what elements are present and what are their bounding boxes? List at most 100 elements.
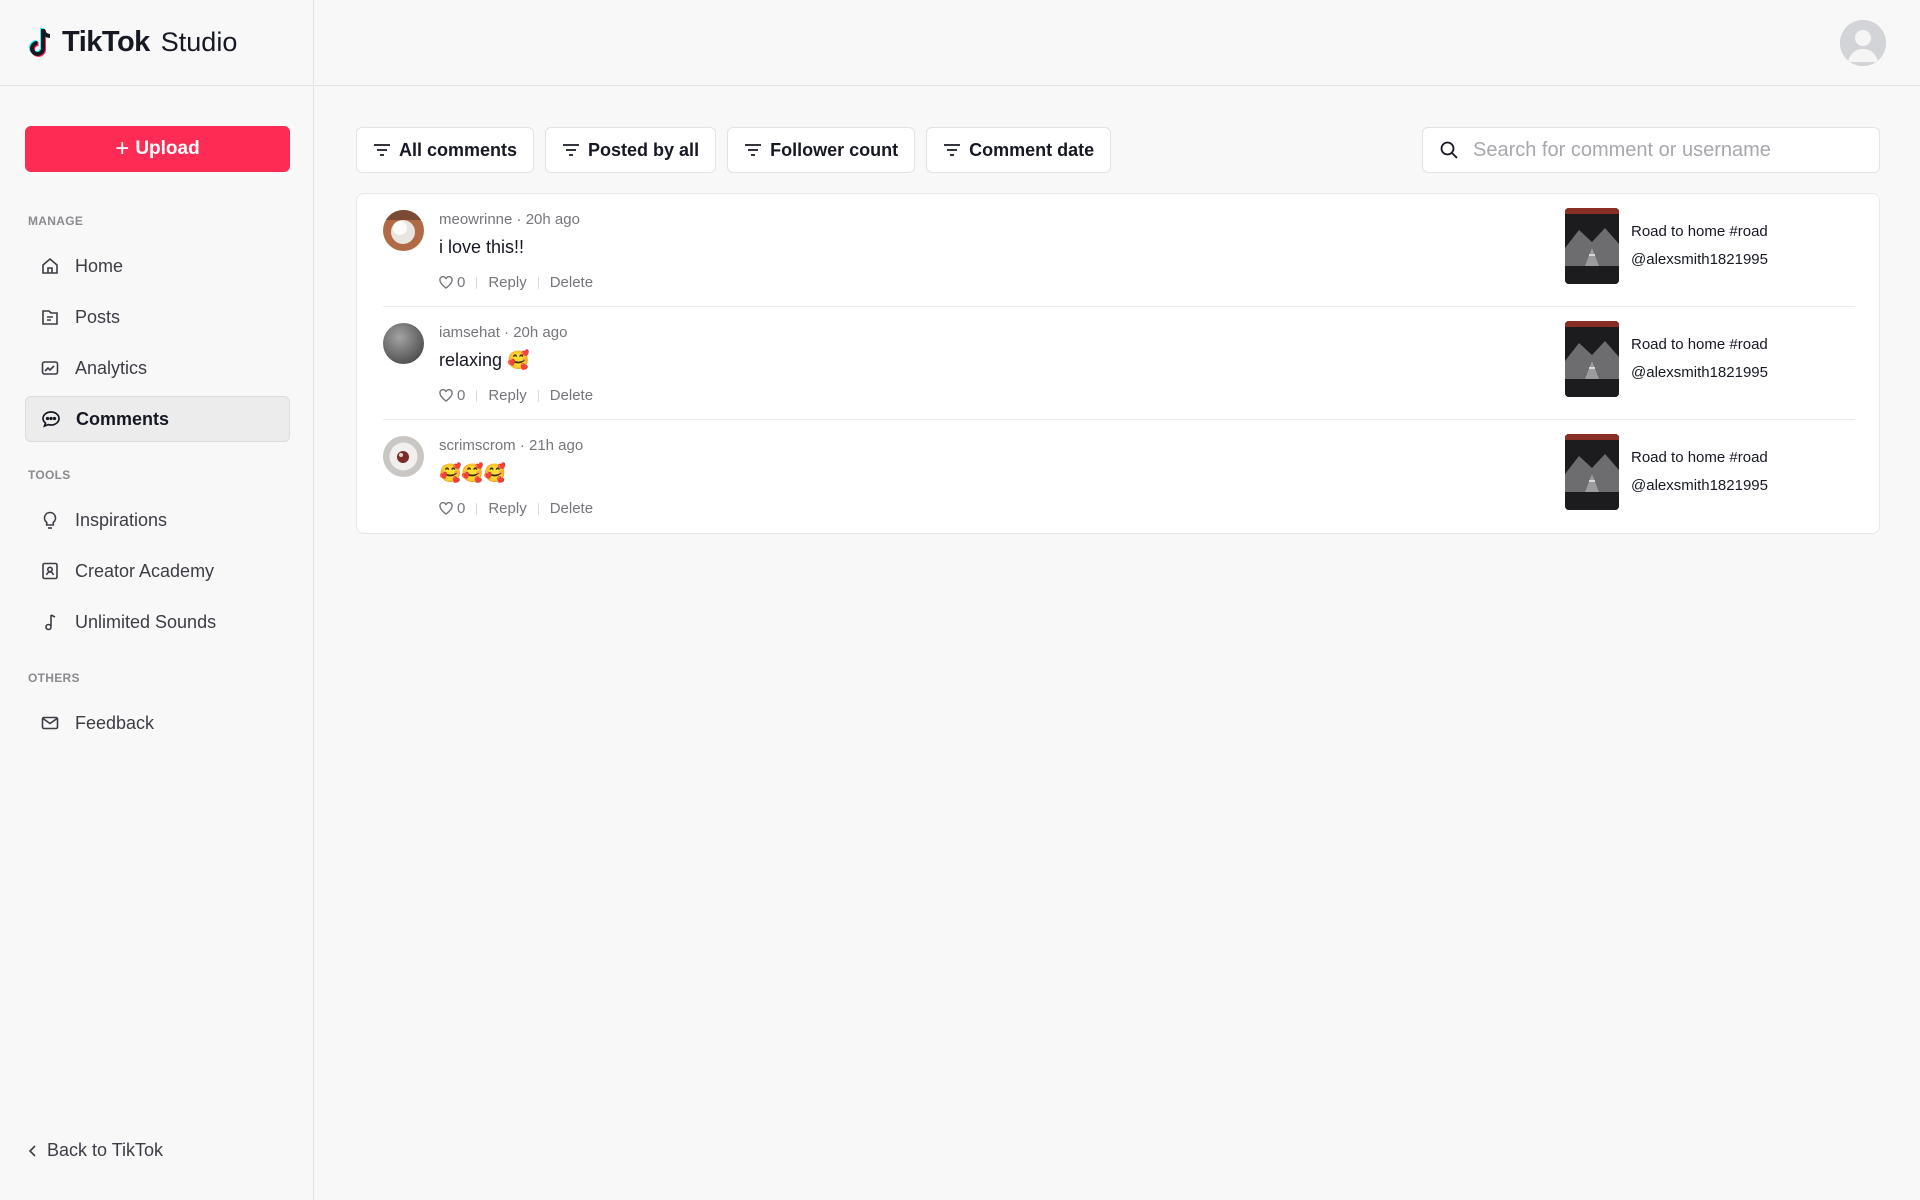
comment-meta: iamsehat · 20h ago [439,324,568,341]
plus-icon: + [115,135,130,162]
filter-label: Follower count [770,139,899,160]
heart-icon [439,389,453,402]
filter-icon [745,144,762,156]
commenter-avatar[interactable] [383,210,424,251]
search-icon [1440,141,1458,159]
sidebar-item-analytics[interactable]: Analytics [25,345,290,391]
home-icon [39,255,61,277]
comment-icon [40,408,62,430]
video-reference[interactable]: Road to home #road @alexsmith1821995 [1565,208,1768,284]
back-label: Back to TikTok [47,1140,164,1160]
section-label-manage: MANAGE [28,214,84,228]
delete-button[interactable]: Delete [550,500,593,517]
filter-icon [374,144,390,156]
sidebar-item-label: Comments [76,408,170,429]
comments-panel: meowrinne · 20h ago i love this!! 0 Repl… [356,193,1880,534]
sidebar-item-posts[interactable]: Posts [25,294,290,340]
filter-posted-by[interactable]: Posted by all [545,127,717,173]
comment-meta: scrimscrom · 21h ago [439,437,584,454]
commenter-avatar[interactable] [383,323,424,364]
sidebar-item-creator-academy[interactable]: Creator Academy [25,548,290,594]
filter-label: Comment date [969,139,1095,160]
lightbulb-icon [39,509,61,531]
divider [476,389,478,402]
delete-button[interactable]: Delete [550,274,593,291]
sidebar-item-label: Feedback [75,712,155,733]
like-count: 0 [457,500,466,517]
filter-all-comments[interactable]: All comments [356,127,535,173]
logo-row: TikTok Studio [0,0,313,86]
comment-actions: 0 Reply Delete [439,500,593,517]
filter-label: All comments [399,139,518,160]
like-count: 0 [457,387,466,404]
video-reference[interactable]: Road to home #road @alexsmith1821995 [1565,434,1768,510]
filter-icon [563,144,580,156]
video-title: Road to home #road [1631,449,1768,466]
upload-label: Upload [135,138,200,159]
sidebar-item-home[interactable]: Home [25,243,290,289]
sidebar: TikTok Studio + Upload MANAGE Home Posts… [0,0,314,1200]
tiktok-studio-logo[interactable]: TikTok Studio [26,26,237,60]
video-thumbnail [1565,321,1619,397]
filter-follower-count[interactable]: Follower count [727,127,916,173]
filter-bar: All comments Posted by all Follower coun… [356,127,1112,173]
sidebar-item-label: Inspirations [75,509,168,530]
comment-row: scrimscrom · 21h ago 🥰🥰🥰 0 Reply Delete … [383,420,1855,533]
folder-icon [39,306,61,328]
like-button[interactable]: 0 [439,274,465,291]
comment-meta: meowrinne · 20h ago [439,211,580,228]
reply-button[interactable]: Reply [488,387,526,404]
profile-avatar[interactable] [1840,20,1886,66]
video-author: @alexsmith1821995 [1631,364,1768,381]
video-thumbnail [1565,434,1619,510]
sidebar-item-comments[interactable]: Comments [25,396,290,442]
search-input[interactable] [1473,138,1853,162]
music-note-icon [39,611,61,633]
upload-button[interactable]: + Upload [25,126,290,172]
commenter-avatar[interactable] [383,436,424,477]
video-title: Road to home #road [1631,223,1768,240]
divider [537,276,539,289]
comment-text: relaxing 🥰 [439,350,530,370]
video-author: @alexsmith1821995 [1631,251,1768,268]
like-button[interactable]: 0 [439,387,465,404]
comment-actions: 0 Reply Delete [439,387,593,404]
section-label-others: OTHERS [28,671,80,685]
heart-icon [439,502,453,515]
video-thumbnail [1565,208,1619,284]
sidebar-item-label: Creator Academy [75,560,215,581]
sidebar-item-unlimited-sounds[interactable]: Unlimited Sounds [25,599,290,645]
mail-icon [39,712,61,734]
search-box [1422,127,1880,173]
brand-suffix: Studio [160,27,238,57]
analytics-icon [39,357,61,379]
reply-button[interactable]: Reply [488,500,526,517]
comment-text: i love this!! [439,237,525,257]
comment-actions: 0 Reply Delete [439,274,593,291]
like-button[interactable]: 0 [439,500,465,517]
filter-comment-date[interactable]: Comment date [926,127,1112,173]
sidebar-item-label: Unlimited Sounds [75,611,217,632]
comment-row: iamsehat · 20h ago relaxing 🥰 0 Reply De… [383,307,1855,420]
video-title: Road to home #road [1631,336,1768,353]
heart-icon [439,276,453,289]
filter-icon [944,144,961,156]
delete-button[interactable]: Delete [550,387,593,404]
back-to-tiktok-link[interactable]: Back to TikTok [28,1140,163,1161]
sidebar-item-inspirations[interactable]: Inspirations [25,497,290,543]
brand-name: TikTok [62,26,150,58]
section-label-tools: TOOLS [28,468,71,482]
comment-row: meowrinne · 20h ago i love this!! 0 Repl… [383,194,1855,307]
sidebar-item-label: Posts [75,306,121,327]
sidebar-item-label: Analytics [75,357,148,378]
divider [476,502,478,515]
divider [476,276,478,289]
tiktok-logo-icon [29,27,51,57]
reply-button[interactable]: Reply [488,274,526,291]
sidebar-item-feedback[interactable]: Feedback [25,700,290,746]
video-author: @alexsmith1821995 [1631,477,1768,494]
divider [537,389,539,402]
video-reference[interactable]: Road to home #road @alexsmith1821995 [1565,321,1768,397]
comment-text: 🥰🥰🥰 [439,463,507,483]
chevron-left-icon [28,1144,36,1157]
